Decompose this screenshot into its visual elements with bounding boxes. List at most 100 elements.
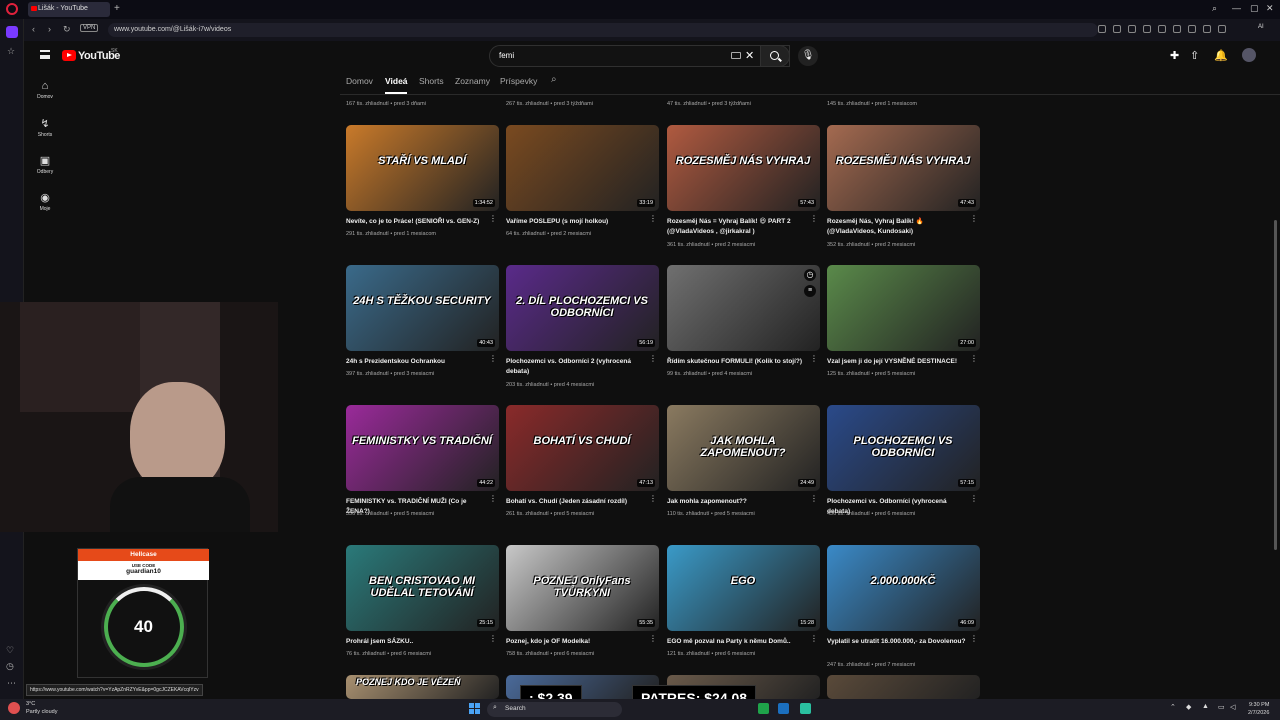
upload-icon[interactable]: ⇧ [1190,49,1199,62]
tray-icon[interactable]: ▲ [1202,703,1209,710]
guide-item-you[interactable]: ◉ Moje [30,191,60,212]
extension-icon[interactable] [1143,25,1151,33]
guide-item-home[interactable]: ⌂ Domov [30,80,60,100]
more-actions-icon[interactable]: ⋮ [489,635,497,643]
video-card[interactable]: BOHATÍ VS CHUDÍ 47:13 Bohatí vs. Chudí (Je… [506,405,659,535]
more-actions-icon[interactable]: ⋮ [649,635,657,643]
video-title[interactable]: Nevíte, co je to Práce! (SENIOŘI vs. GEN… [346,217,486,227]
create-icon[interactable]: ✚ [1170,49,1179,62]
video-card[interactable]: ROZESMĚJ NÁS VYHRAJ 57:43 Rozesměj Nás = V… [667,125,820,255]
extension-icon[interactable] [1203,25,1211,33]
video-thumbnail[interactable]: BOHATÍ VS CHUDÍ 47:13 [506,405,659,491]
close-window-icon[interactable]: ✕ [1266,3,1274,14]
extension-icon[interactable] [1113,25,1121,33]
guide-item-subscriptions[interactable]: ▣ Odbery [30,154,60,175]
heart-sidebar-icon[interactable]: ♡ [6,645,14,656]
more-actions-icon[interactable]: ⋮ [810,215,818,223]
video-thumbnail[interactable]: ROZESMĚJ NÁS VYHRAJ 57:43 [667,125,820,211]
video-thumbnail[interactable]: ROZESMĚJ NÁS VYHRAJ 47:43 [827,125,980,211]
browser-tab[interactable]: Lišák - YouTube [28,2,110,17]
more-actions-icon[interactable]: ⋮ [970,635,978,643]
taskbar-search[interactable]: ⌕ Search [487,702,622,717]
video-card[interactable]: POZNEJ OnlyFans TVŮRKYNI 55:35 Poznej, kdo… [506,545,659,675]
tray-chevron-icon[interactable]: ⌃ [1170,703,1176,711]
video-card[interactable]: BEN CRISTOVAO MI UDĚLAL TETOVÁNÍ 25:15 Pro… [346,545,499,675]
extension-icon[interactable] [1098,25,1106,33]
video-title[interactable]: Poznej, kdo je OF Modelka! [506,637,646,647]
maximize-icon[interactable]: ▢ [1250,3,1259,14]
video-thumbnail[interactable]: POZNEJ KDO JE VĚZEŇ [346,675,499,699]
tab-shorts[interactable]: Shorts [419,76,444,86]
keyboard-icon[interactable] [731,52,741,59]
more-icon[interactable]: ⋯ [7,678,16,689]
back-icon[interactable]: ‹ [32,24,35,34]
url-field[interactable]: www.youtube.com/@Lišák-i7w/videos [108,23,1098,37]
more-actions-icon[interactable]: ⋮ [810,495,818,503]
video-thumbnail[interactable]: ◷ ≡ [667,265,820,351]
video-title[interactable]: Plochozemci vs. Odborníci 2 (vyhrocená d… [506,357,646,376]
video-card[interactable]: ◷ ≡ Řídím skutečnou FORMULI! (Kolik to sto… [667,265,820,395]
video-thumbnail[interactable]: 24H S TĚŽKOU SECURITY 40:43 [346,265,499,351]
weather-temp[interactable]: 3°C [26,701,35,707]
video-title[interactable]: Bohatí vs. Chudí (Jeden zásadní rozdíl) [506,497,646,507]
new-tab-icon[interactable]: + [114,3,120,14]
more-actions-icon[interactable]: ⋮ [649,215,657,223]
video-card[interactable]: 27:00 Vzal jsem ji do její VYSNĚNÉ DESTIN… [827,265,980,395]
video-card[interactable]: 24H S TĚŽKOU SECURITY 40:43 24h s Preziden… [346,265,499,395]
heart-icon[interactable] [1173,25,1181,33]
windows-start-icon[interactable] [469,703,480,714]
reload-icon[interactable]: ↻ [63,24,71,35]
video-title[interactable]: Jak mohla zapomenout?? [667,497,807,507]
profile-icon[interactable] [1218,25,1226,33]
clear-search-icon[interactable]: ✕ [745,49,754,62]
more-actions-icon[interactable]: ⋮ [649,495,657,503]
video-card[interactable]: PLOCHOZEMCI VS ODBORNÍCI 57:15 Plochozemci… [827,405,980,535]
tray-icon[interactable]: ◆ [1186,703,1191,711]
more-actions-icon[interactable]: ⋮ [489,215,497,223]
video-thumbnail[interactable]: BEN CRISTOVAO MI UDĚLAL TETOVÁNÍ 25:15 [346,545,499,631]
menu-icon[interactable] [40,50,50,59]
taskbar-app-icon[interactable] [758,703,769,714]
video-card[interactable]: JAK MOHLA ZAPOMENOUT? 24:49 Jak mohla zapo… [667,405,820,535]
more-actions-icon[interactable]: ⋮ [649,355,657,363]
video-card[interactable]: 2.000.000KČ 46:09 Vyplatil se utratit 16.0… [827,545,980,675]
vpn-badge[interactable]: VPN [80,24,99,32]
home-sidebar-icon[interactable] [6,26,18,38]
youtube-logo-icon[interactable] [62,50,76,61]
video-title[interactable]: Prohrál jsem SÁZKU.. [346,637,486,647]
tab-posts[interactable]: Príspevky [500,76,537,86]
tab-home[interactable]: Domov [346,76,373,86]
opera-logo-icon[interactable] [6,3,18,15]
more-actions-icon[interactable]: ⋮ [970,495,978,503]
video-thumbnail[interactable]: 2. DÍL PLOCHOZEMCI VS ODBORNÍCI 56:19 [506,265,659,351]
minimize-icon[interactable]: — [1232,3,1241,13]
video-title[interactable]: Vaříme POSLEPU (s mojí holkou) [506,217,646,227]
more-actions-icon[interactable]: ⋮ [489,355,497,363]
extension-icon[interactable] [1128,25,1136,33]
video-thumbnail[interactable]: JAK MOHLA ZAPOMENOUT? 24:49 [667,405,820,491]
video-title[interactable]: Rozesměj Nás, Vyhraj Balík! 🔥 (@VladaVid… [827,217,967,236]
download-icon[interactable] [1188,25,1196,33]
video-card[interactable]: EGO 15:28 EGO mě pozval na Party k němu Do… [667,545,820,675]
tab-videos[interactable]: Videá [385,76,408,86]
video-title[interactable]: Řídím skutečnou FORMULI! (Kolik to stojí… [667,357,807,367]
pinboard-icon[interactable]: ☆ [7,46,15,57]
video-card[interactable]: STAŘÍ VS MLADÍ 1:34:52 Nevíte, co je to Pr… [346,125,499,255]
search-button[interactable] [760,45,790,67]
video-thumbnail[interactable]: EGO 15:28 [667,545,820,631]
video-title[interactable]: EGO mě pozval na Party k němu Domů.. [667,637,807,647]
page-scrollbar[interactable] [1274,220,1277,550]
video-thumbnail[interactable]: PLOCHOZEMCI VS ODBORNÍCI 57:15 [827,405,980,491]
voice-search-icon[interactable]: 🎙 [798,46,818,66]
more-actions-icon[interactable]: ⋮ [810,635,818,643]
avatar[interactable] [1242,48,1256,62]
ai-button[interactable]: AI [1258,24,1264,30]
video-title[interactable]: Vzal jsem ji do její VYSNĚNÉ DESTINACE! [827,357,967,367]
volume-icon[interactable]: ◁ [1230,703,1235,711]
video-thumbnail[interactable]: FEMINISTKY VS TRADIČNÍ 44:22 [346,405,499,491]
weather-icon[interactable] [8,702,20,714]
add-to-queue-icon[interactable]: ≡ [804,285,816,297]
video-title[interactable]: Vyplatil se utratit 16.000.000,- za Dovo… [827,637,967,647]
extension-icon[interactable] [1158,25,1166,33]
network-icon[interactable]: ▭ [1218,703,1225,711]
